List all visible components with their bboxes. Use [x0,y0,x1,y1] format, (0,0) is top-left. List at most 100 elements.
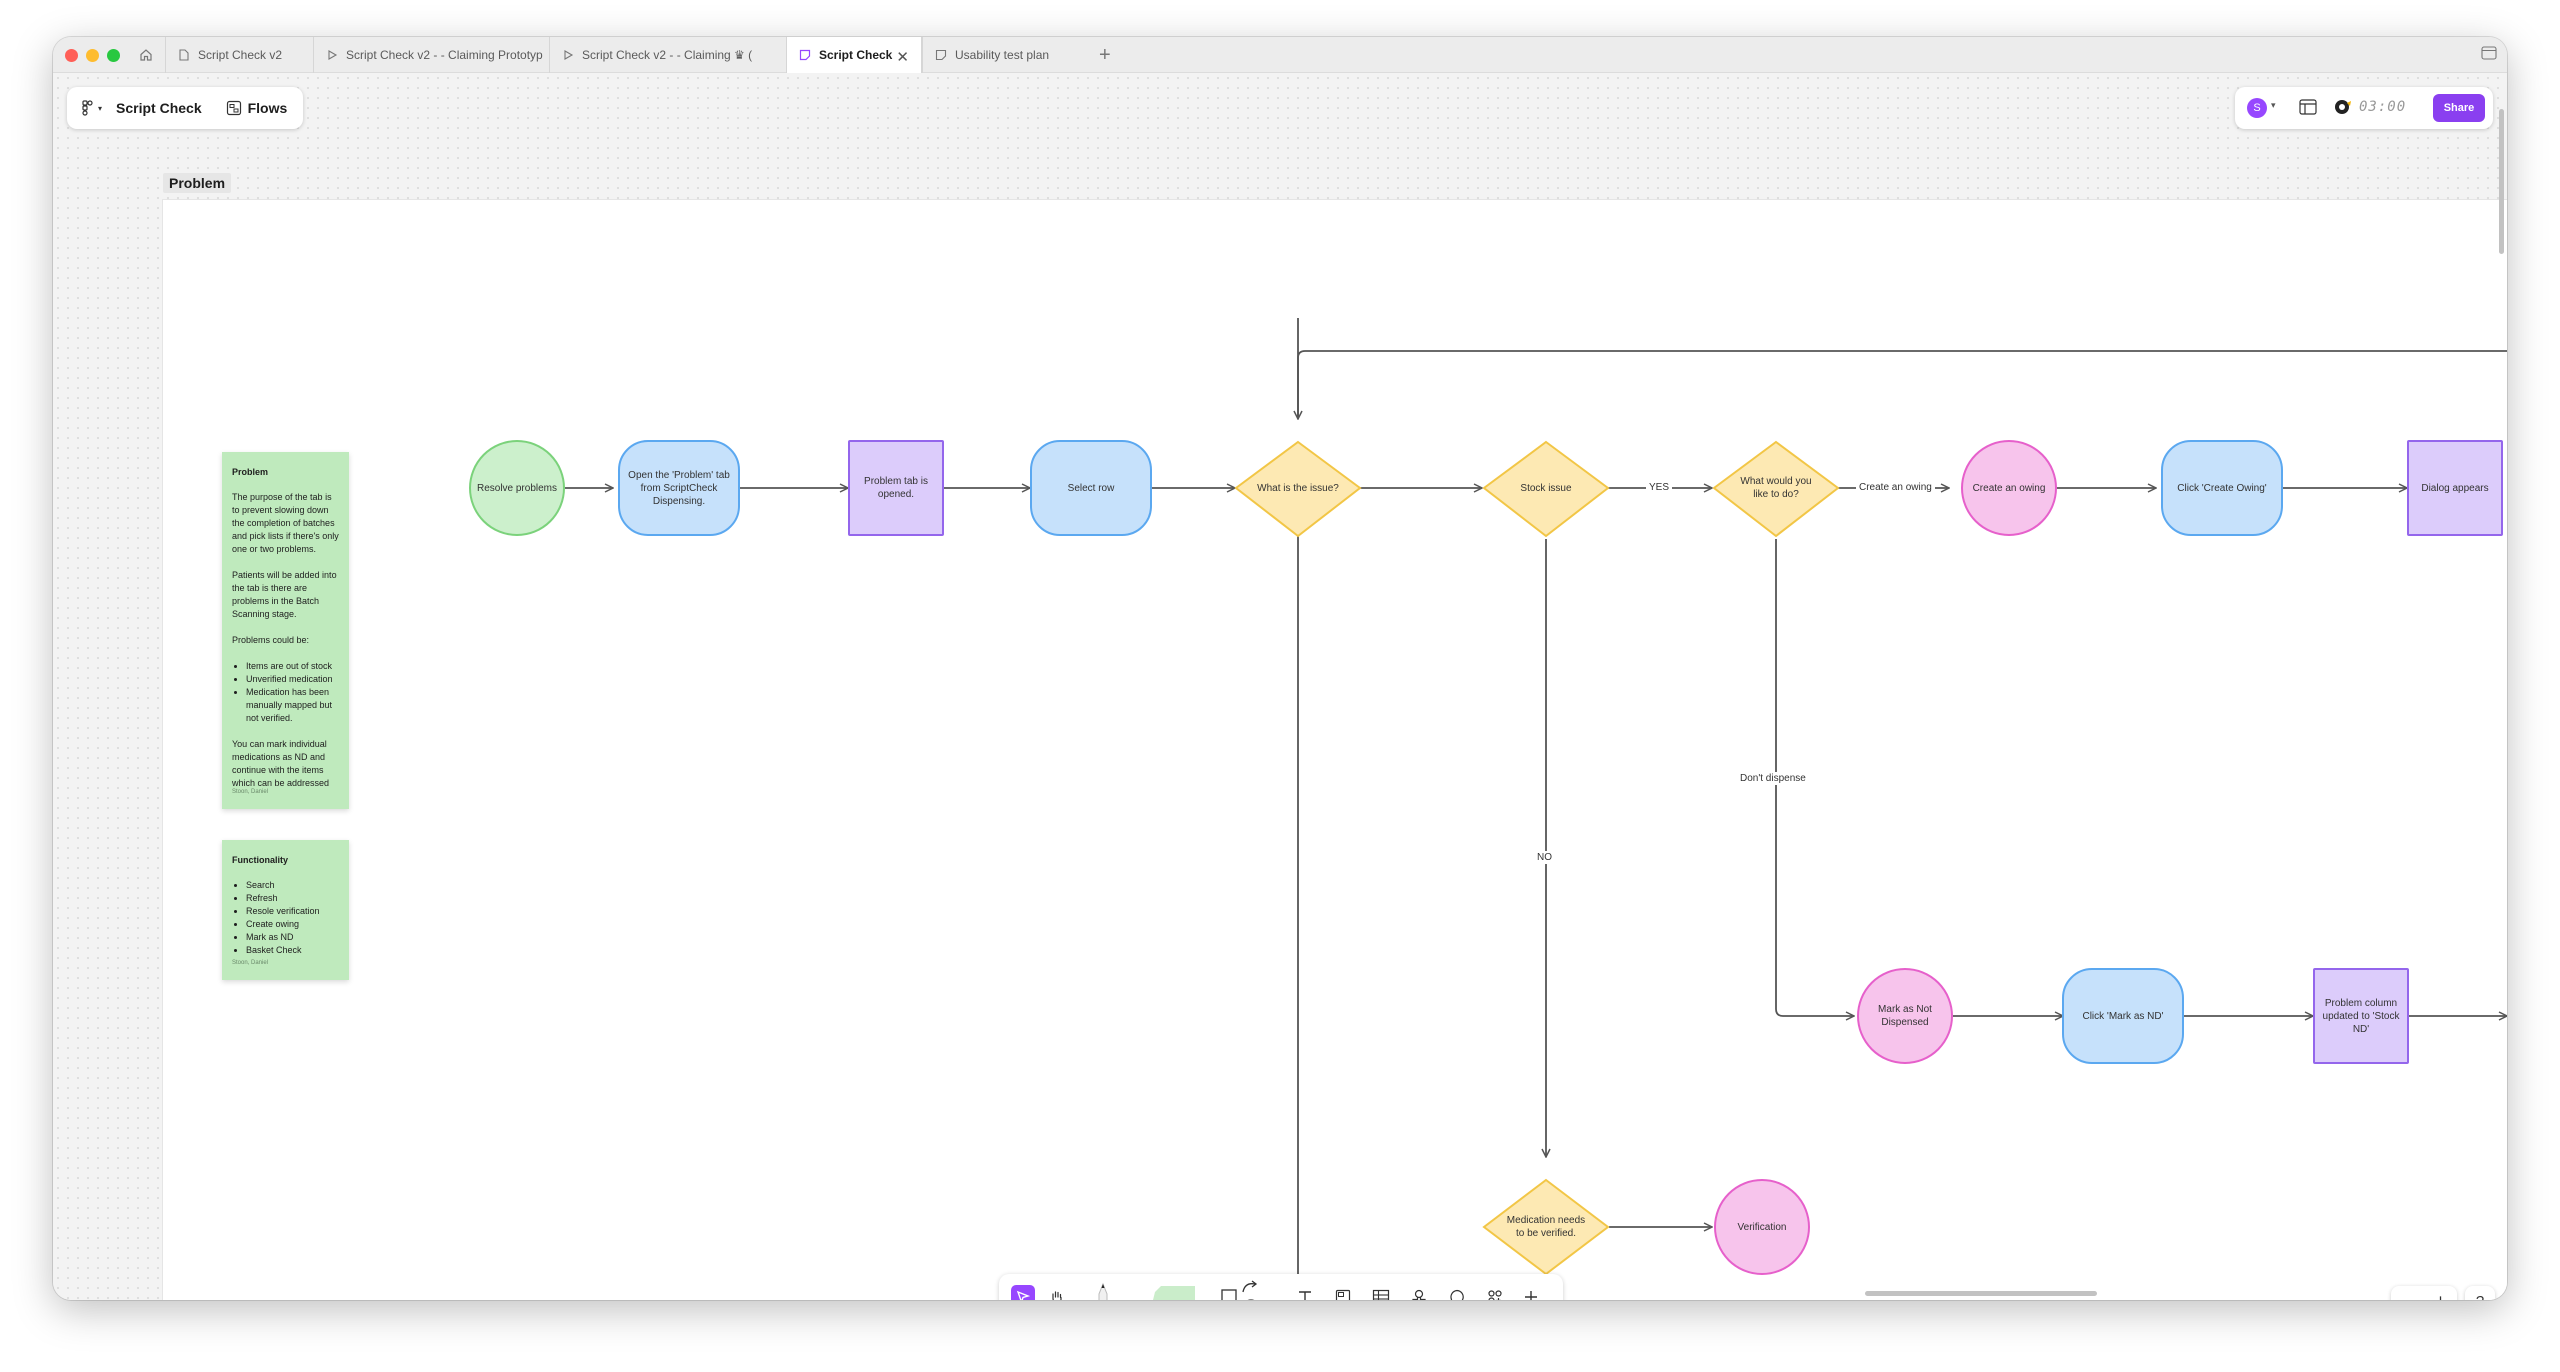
sticky-note-problem[interactable]: Problem The purpose of the tab is to pre… [222,452,349,809]
avatar[interactable]: S [2247,98,2267,118]
node-click-mark-nd[interactable]: Click 'Mark as ND' [2062,968,2184,1064]
comment-tool-icon[interactable] [1445,1285,1469,1300]
add-icon[interactable] [1519,1285,1543,1300]
tab-script-check[interactable]: Script Check ✕ [786,37,922,73]
zoom-out-icon[interactable]: − [2402,1291,2413,1301]
sticky-author: Stoon, Daniel [232,789,269,795]
layout-icon[interactable] [2299,99,2317,120]
timer-icon [2335,100,2351,114]
tab-usability-test-plan[interactable]: Usability test plan [922,37,1082,73]
table-tool-icon[interactable] [1369,1285,1393,1300]
file-icon [179,49,189,61]
node-create-owing[interactable]: Create an owing [1961,440,2057,536]
sticky-title: Functionality [232,855,288,865]
flows-label: Flows [247,100,288,116]
play-icon [564,50,574,60]
edge-label-yes[interactable]: YES [1646,481,1673,494]
zoom-in-icon[interactable]: + [2435,1291,2446,1301]
tab-claiming[interactable]: Script Check v2 - - Claiming ♛ ( [549,37,773,73]
sticky-author: Stoon, Daniel [232,960,269,966]
node-open-problem-tab[interactable]: Open the 'Problem' tab from ScriptCheck … [618,440,740,536]
node-select-row[interactable]: Select row [1030,440,1152,536]
list-item: Items are out of stock [246,660,339,673]
chevron-down-icon[interactable]: ▾ [2271,100,2276,111]
browser-window: Script Check v2 Script Check v2 - - Clai… [53,37,2507,1300]
close-tab-icon[interactable]: ✕ [896,48,909,66]
node-column-updated[interactable]: Problem column updated to 'Stock ND' [2313,968,2409,1064]
list-item: Mark as ND [246,931,339,944]
node-what-is-issue[interactable]: What is the issue? [1256,468,1340,508]
timer[interactable]: 03:00 [2333,97,2406,117]
file-name[interactable]: Script Check [116,100,202,116]
figjam-file-icon [935,49,947,61]
node-click-create-owing[interactable]: Click 'Create Owing' [2161,440,2283,536]
figjam-file-icon [799,49,811,61]
connector-shapes-icon[interactable] [1239,1276,1263,1300]
connectors [565,318,2507,1300]
new-tab-button[interactable]: + [1099,44,1111,67]
list-item: Create owing [246,918,339,931]
flows-icon [226,100,241,116]
maximize-window-button[interactable] [107,49,120,62]
home-icon[interactable] [135,44,157,66]
tab-bar: Script Check v2 Script Check v2 - - Clai… [53,37,2507,73]
sticky-note-functionality[interactable]: Functionality Search Refresh Resole veri… [222,840,349,980]
hand-tool-icon[interactable] [1045,1285,1069,1300]
list-item: Search [246,879,339,892]
tab-label: Script Check v2 - - Claiming ♛ ( [582,48,753,62]
tab-claiming-prototype[interactable]: Script Check v2 - - Claiming Prototyp [313,37,549,73]
shape-tool-icon[interactable] [1217,1285,1241,1300]
node-mark-not-dispensed[interactable]: Mark as Not Dispensed [1857,968,1953,1064]
chevron-down-icon: ▾ [98,103,103,113]
tab-script-check-v2[interactable]: Script Check v2 [165,37,313,73]
minimize-window-button[interactable] [86,49,99,62]
node-dialog-appears[interactable]: Dialog appears [2407,440,2503,536]
vertical-scrollbar[interactable] [2499,109,2504,254]
node-verification[interactable]: Verification [1714,1179,1810,1275]
marker-tool-icon[interactable] [1091,1278,1115,1300]
creation-toolbar [999,1274,1563,1300]
node-stock-issue[interactable]: Stock issue [1504,468,1588,508]
sticky-text: The purpose of the tab is to prevent slo… [232,492,339,554]
sticky-title: Problem [232,467,269,477]
connector [1297,350,2507,418]
node-problem-tab-opened[interactable]: Problem tab is opened. [848,440,944,536]
stamp-tool-icon[interactable] [1407,1285,1431,1300]
tab-label: Script Check v2 [198,48,283,62]
more-widgets-icon[interactable] [1483,1285,1507,1300]
flows-button[interactable]: Flows [226,100,288,116]
washi-tape-icon[interactable] [1147,1282,1197,1300]
tab-label: Script Check [819,48,893,62]
help-icon[interactable]: ? [2465,1286,2495,1300]
list-item: Basket Check [246,944,339,957]
sidebar-toggle-icon[interactable] [2481,46,2497,65]
zoom-controls: − + [2391,1286,2457,1300]
file-toolbar: ▾ Script Check Flows [67,87,303,129]
edge-label-no[interactable]: NO [1534,851,1555,864]
tab-label: Usability test plan [955,48,1050,62]
sticky-text: Patients will be added into the tab is t… [232,570,337,619]
list-item: Refresh [246,892,339,905]
section-tool-icon[interactable] [1331,1285,1355,1300]
main-menu-button[interactable]: ▾ [81,100,102,116]
node-resolve-problems[interactable]: Resolve problems [469,440,565,536]
select-tool-icon[interactable] [1011,1285,1035,1300]
sticky-text: Problems could be: [232,635,310,645]
node-what-would-you-like[interactable]: What would you like to do? [1739,464,1813,512]
edge-label-create-owing[interactable]: Create an owing [1856,481,1935,494]
sticky-text: You can mark individual medications as N… [232,739,330,788]
list-item: Unverified medication [246,673,339,686]
play-icon [328,50,338,60]
horizontal-scrollbar[interactable] [1865,1291,2097,1296]
share-button[interactable]: Share [2433,94,2485,122]
canvas[interactable]: Problem Problem The purpose of the tab i… [53,73,2507,1300]
sticky-list: Items are out of stock Unverified medica… [246,660,339,725]
close-window-button[interactable] [65,49,78,62]
edge-label-dont-dispense[interactable]: Don't dispense [1737,772,1809,785]
timer-value: 03:00 [2359,99,2407,115]
figjam-logo-icon [82,100,93,116]
text-tool-icon[interactable] [1293,1285,1317,1300]
tab-label: Script Check v2 - - Claiming Prototyp [346,48,543,62]
node-medication-verify[interactable]: Medication needs to be verified. [1506,1203,1586,1251]
list-item: Resole verification [246,905,339,918]
